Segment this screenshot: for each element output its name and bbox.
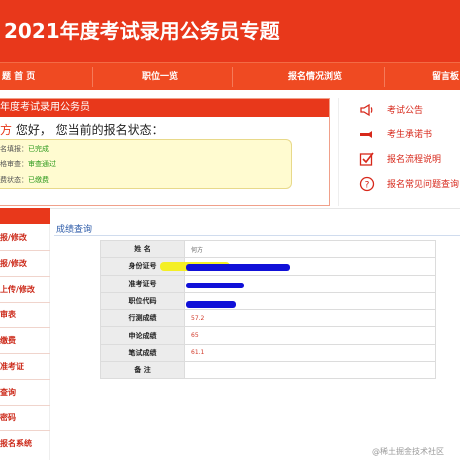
nav-item-message-board[interactable]: 留言板 [432,63,459,91]
row-label: 申论成绩 [100,326,185,345]
sidebar-item-edit-info[interactable]: 报/修改 [0,258,50,269]
question-icon: ? [359,176,375,192]
watermark: @稀土掘金技术社区 [372,447,444,456]
status-row-application: 名填报：已完成 [0,144,49,154]
status-row-review: 格审查：审查通过 [0,159,56,169]
status-label: 名填报： [0,145,28,153]
row-label: 行测成绩 [100,309,185,328]
checklist-icon [359,151,375,167]
status-value: 已完成 [28,145,49,153]
redaction-ticket-number [186,283,244,288]
status-label: 费状态： [0,176,28,184]
sidebar-item-score-query[interactable]: 查询 [0,387,50,398]
page-title: 2021年度考试录用公务员专题 [4,19,280,43]
sidebar-item-admission-ticket[interactable]: 准考证 [0,361,50,372]
table-row: 备 注 [100,361,436,380]
svg-text:?: ? [365,181,370,191]
registration-status-panel: 年度考试录用公务员 方 您好， 您当前的报名状态： 名填报：已完成 格审查：审查… [0,98,330,206]
sidebar-item-payment[interactable]: 缴费 [0,335,50,346]
sidebar-item-password[interactable]: 密码 [0,412,50,423]
main-nav: 题 首 页 职位一览 报名情况浏览 留言板 [0,62,460,90]
row-label: 备 注 [100,361,185,380]
sidebar-separator [0,302,50,303]
sidebar-separator [0,327,50,328]
sidebar-item-upload-photo[interactable]: 上传/修改 [0,284,50,295]
header-banner: 2021年度考试录用公务员专题 [0,0,460,62]
row-value: 何方 [184,239,436,259]
sidebar-header [0,208,50,224]
quick-links: 考试公告 考生承诺书 报名流程说明 ? 报名常见问题查询 [338,98,460,206]
nav-item-registration-status[interactable]: 报名情况浏览 [288,63,342,91]
sidebar-item-exit-system[interactable]: 报名系统 [0,438,50,449]
sidebar-separator [0,379,50,380]
table-row: 职位代码 [100,291,436,311]
redaction-id-number [186,264,290,271]
table-row: 申论成绩 65 [100,326,436,345]
row-value: 57.2 [184,309,436,328]
row-value [184,361,436,380]
greeting-name: 方 [0,123,13,137]
row-label: 姓 名 [100,239,185,259]
sidebar-item-fill-info[interactable]: 报/修改 [0,232,50,243]
redaction-position-code [186,301,236,308]
status-box: 名填报：已完成 格审查：审查通过 费状态：已缴费 [0,139,292,189]
row-label: 笔试成绩 [100,343,185,363]
greeting: 方 您好， 您当前的报名状态： [0,121,164,138]
greeting-text: 您好， 您当前的报名状态： [12,123,164,137]
row-label: 职位代码 [100,291,185,311]
nav-separator [384,67,385,87]
sidebar-separator [0,276,50,277]
section-divider [0,208,460,209]
status-value: 审查通过 [28,160,56,168]
nav-item-positions[interactable]: 职位一览 [142,63,178,91]
sidebar-item-review-form[interactable]: 审表 [0,309,50,320]
row-value: 61.1 [184,343,436,363]
table-row: 准考证号 [100,274,436,293]
table-row: 笔试成绩 61.1 [100,343,436,363]
table-row: 姓 名 何方 [100,239,436,259]
sidebar-separator [0,405,50,406]
sidebar-separator [0,430,50,431]
sidebar-separator [0,250,50,251]
status-label: 格审查： [0,160,28,168]
sidebar-separator [0,353,50,354]
nav-separator [232,67,233,87]
link-label: 报名流程说明 [387,155,442,165]
link-label: 考试公告 [387,106,424,116]
link-label: 考生承诺书 [387,130,433,140]
score-query-underline [54,235,460,236]
status-value: 已缴费 [28,176,49,184]
link-label: 报名常见问题查询 [387,180,460,190]
table-row: 行测成绩 57.2 [100,309,436,328]
announcement-icon [359,102,375,118]
status-panel-header: 年度考试录用公务员 [0,99,329,117]
score-table: 姓 名 何方 身份证号 准考证号 职位代码 行测成绩 57.2 申论成绩 65 … [100,239,436,380]
score-query-title: 成绩查询 [56,225,93,235]
sidebar: 报/修改 报/修改 上传/修改 审表 缴费 准考证 查询 密码 报名系统 [0,208,50,460]
pledge-icon [359,126,375,142]
row-value: 65 [184,326,436,345]
nav-item-home[interactable]: 题 首 页 [2,63,35,91]
row-label: 准考证号 [100,274,185,293]
nav-separator [92,67,93,87]
status-row-payment: 费状态：已缴费 [0,175,49,185]
